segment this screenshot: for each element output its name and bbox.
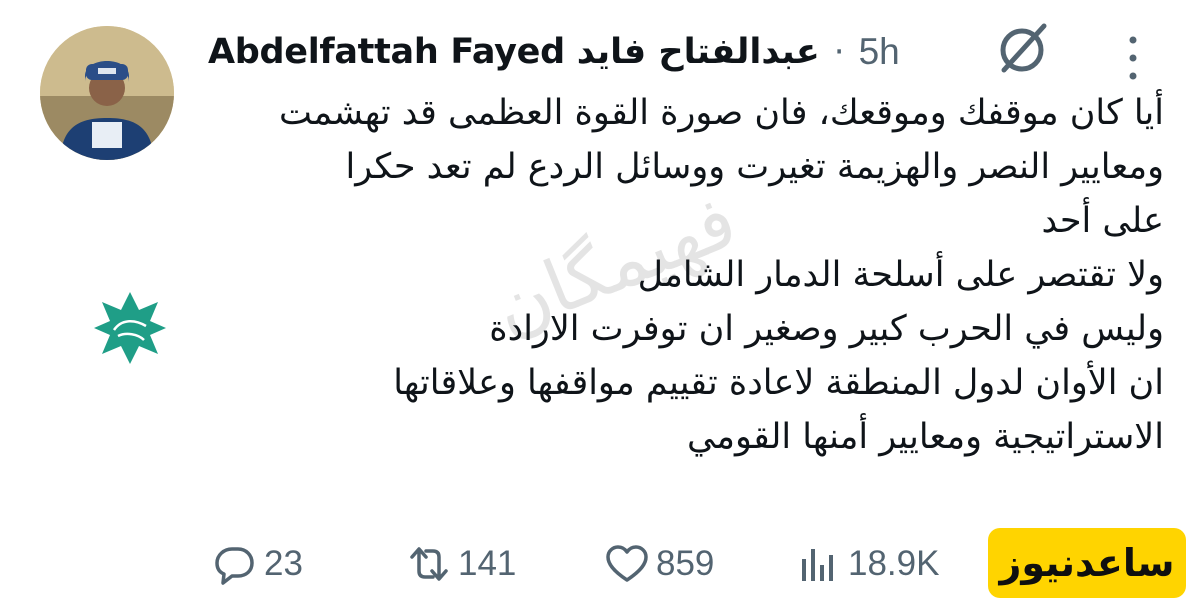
tweet-line: الاستراتيجية ومعايير أمنها القومي [687, 417, 1164, 457]
view-count: 18.9K [848, 544, 940, 583]
tweet-body: أيا كان موقفك وموقعك، فان صورة القوة الع… [222, 86, 1164, 464]
tweet-line: ومعايير النصر والهزيمة تغيرت ووسائل الرد… [345, 147, 1164, 187]
star-logo-icon [92, 290, 168, 366]
source-badge: ساعدنیوز [988, 528, 1186, 598]
repost-arrows-icon [410, 547, 448, 581]
tweet-line: ان الأوان لدول المنطقة لاعادة تقييم مواق… [393, 363, 1164, 403]
repost-count: 141 [458, 544, 517, 583]
repost-button[interactable]: 141 [406, 541, 604, 587]
grok-slash-circle-icon[interactable] [992, 18, 1052, 78]
reply-button[interactable]: 23 [212, 541, 406, 587]
tweet-line: ولا تقتصر على أسلحة الدمار الشامل [637, 255, 1164, 295]
tweet-header: Abdelfattah Fayed عبدالفتاح فايد · 5h [208, 26, 968, 78]
avatar[interactable] [40, 26, 174, 160]
views-button[interactable]: 18.9K [796, 541, 966, 587]
views-bars-icon [802, 549, 833, 581]
header-separator: · [833, 32, 845, 72]
timestamp[interactable]: 5h [859, 31, 900, 73]
like-button[interactable]: 859 [604, 541, 796, 587]
avatar-photo [40, 26, 174, 160]
heart-icon [606, 545, 648, 582]
tweet-line: وليس في الحرب كبير وصغير ان توفرت الاراد… [489, 309, 1164, 349]
reply-bubble-icon [215, 547, 254, 585]
like-count: 859 [656, 544, 715, 583]
author-name[interactable]: Abdelfattah Fayed عبدالفتاح فايد [208, 32, 820, 72]
tweet-line: أيا كان موقفك وموقعك، فان صورة القوة الع… [278, 93, 1164, 133]
action-bar: 23 141 859 18.9K [212, 536, 966, 592]
reply-count: 23 [264, 544, 303, 583]
tweet-line: على أحد [1041, 201, 1165, 241]
